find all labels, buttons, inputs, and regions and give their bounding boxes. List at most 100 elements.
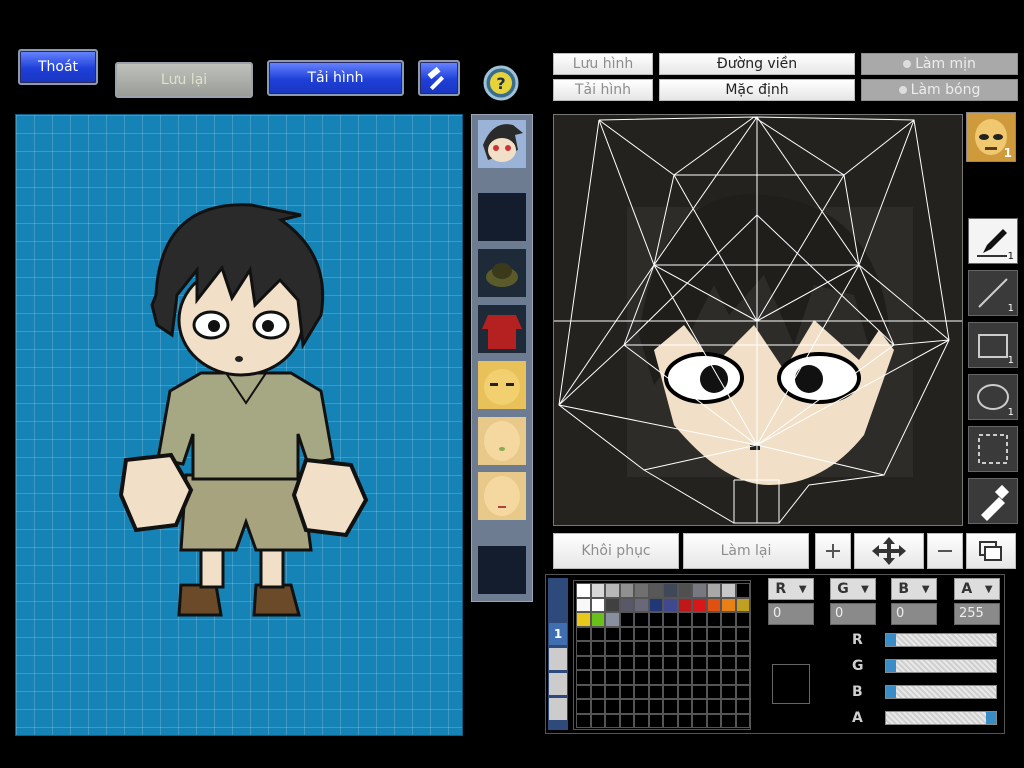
channel-a-value[interactable]: 255	[954, 603, 1000, 625]
exit-button[interactable]: Thoát	[18, 49, 98, 85]
palette-swatch[interactable]	[590, 626, 605, 641]
palette-swatch[interactable]	[706, 670, 721, 685]
palette-swatch[interactable]	[721, 597, 736, 612]
palette-swatch[interactable]	[692, 641, 707, 656]
palette-swatch[interactable]	[576, 699, 591, 714]
palette-swatch[interactable]	[590, 655, 605, 670]
save-image-button[interactable]: Lưu hình	[553, 53, 653, 75]
slider-g[interactable]	[885, 659, 997, 673]
palette-swatch[interactable]	[634, 713, 649, 728]
palette-swatch[interactable]	[721, 626, 736, 641]
palette-swatch[interactable]	[605, 612, 620, 627]
palette-swatch[interactable]	[663, 713, 678, 728]
slider-a[interactable]	[885, 711, 997, 725]
palette-swatch[interactable]	[692, 597, 707, 612]
palette-swatch[interactable]	[634, 684, 649, 699]
palette-tab-2[interactable]	[549, 648, 567, 670]
palette-swatch[interactable]	[576, 641, 591, 656]
palette-swatch[interactable]	[692, 670, 707, 685]
palette-swatch[interactable]	[605, 626, 620, 641]
palette-swatch[interactable]	[706, 713, 721, 728]
tool-line[interactable]: 1	[968, 270, 1018, 316]
palette-swatch[interactable]	[677, 626, 692, 641]
palette-swatch[interactable]	[576, 612, 591, 627]
palette-swatch[interactable]	[605, 655, 620, 670]
palette-swatch[interactable]	[677, 670, 692, 685]
palette-swatch[interactable]	[619, 583, 634, 598]
palette-swatch[interactable]	[634, 641, 649, 656]
slider-thumb[interactable]	[986, 712, 996, 724]
palette-swatch[interactable]	[634, 583, 649, 598]
palette-swatch[interactable]	[576, 597, 591, 612]
palette-swatch[interactable]	[735, 612, 750, 627]
palette-swatch[interactable]	[590, 713, 605, 728]
palette-swatch[interactable]	[677, 713, 692, 728]
palette-swatch[interactable]	[663, 641, 678, 656]
tool-rectangle[interactable]: 1	[968, 322, 1018, 368]
palette-swatch[interactable]	[692, 655, 707, 670]
palette-swatch[interactable]	[663, 612, 678, 627]
palette-swatch[interactable]	[605, 670, 620, 685]
palette-swatch[interactable]	[605, 583, 620, 598]
palette-swatch[interactable]	[619, 655, 634, 670]
part-thumb-face-2[interactable]	[477, 416, 527, 466]
palette-swatch[interactable]	[721, 713, 736, 728]
palette-swatch[interactable]	[706, 583, 721, 598]
palette-swatch[interactable]	[706, 597, 721, 612]
palette-swatch[interactable]	[648, 684, 663, 699]
palette-swatch[interactable]	[677, 641, 692, 656]
part-thumb-shirt[interactable]	[477, 304, 527, 354]
palette-swatch[interactable]	[721, 612, 736, 627]
palette-swatch[interactable]	[619, 699, 634, 714]
palette-swatch[interactable]	[619, 713, 634, 728]
palette-swatch[interactable]	[648, 713, 663, 728]
palette-swatch[interactable]	[692, 612, 707, 627]
palette-swatch[interactable]	[735, 655, 750, 670]
palette-swatch[interactable]	[576, 583, 591, 598]
palette-swatch[interactable]	[663, 684, 678, 699]
palette-swatch[interactable]	[677, 699, 692, 714]
palette-swatch[interactable]	[706, 684, 721, 699]
channel-b-dropdown[interactable]: B ▼	[891, 578, 937, 600]
palette-swatch[interactable]	[590, 583, 605, 598]
palette-swatch[interactable]	[721, 670, 736, 685]
shade-button[interactable]: Làm bóng	[861, 79, 1018, 101]
face-slot-avatar[interactable]: 1	[966, 112, 1016, 162]
channel-a-dropdown[interactable]: A ▼	[954, 578, 1000, 600]
palette-swatch[interactable]	[735, 684, 750, 699]
slider-b[interactable]	[885, 685, 997, 699]
reload-button[interactable]: Tải hình	[267, 60, 404, 96]
palette-swatch[interactable]	[619, 612, 634, 627]
slider-r[interactable]	[885, 633, 997, 647]
palette-swatch[interactable]	[721, 655, 736, 670]
palette-swatch[interactable]	[663, 655, 678, 670]
palette-swatch[interactable]	[706, 641, 721, 656]
palette-swatch[interactable]	[663, 699, 678, 714]
zoom-out-button[interactable]	[927, 533, 963, 569]
palette-swatch[interactable]	[677, 684, 692, 699]
palette-swatch[interactable]	[619, 641, 634, 656]
palette-swatch[interactable]	[735, 626, 750, 641]
help-button[interactable]: ?	[483, 65, 519, 101]
save-button[interactable]: Lưu lại	[115, 62, 253, 98]
restore-button[interactable]: Khôi phục	[553, 533, 679, 569]
channel-b-value[interactable]: 0	[891, 603, 937, 625]
palette-swatch[interactable]	[648, 655, 663, 670]
palette-swatch[interactable]	[590, 699, 605, 714]
load-image-button[interactable]: Tải hình	[553, 79, 653, 101]
palette-swatch[interactable]	[692, 713, 707, 728]
palette-swatch[interactable]	[648, 583, 663, 598]
palette-swatch[interactable]	[648, 626, 663, 641]
layers-button[interactable]	[966, 533, 1016, 569]
tool-selection[interactable]	[968, 426, 1018, 472]
redo-button[interactable]: Làm lại	[683, 533, 809, 569]
palette-swatch[interactable]	[590, 612, 605, 627]
palette-swatch[interactable]	[735, 713, 750, 728]
palette-swatch[interactable]	[721, 684, 736, 699]
palette-swatch[interactable]	[735, 597, 750, 612]
tool-pen[interactable]: 1	[968, 218, 1018, 264]
channel-r-dropdown[interactable]: R ▼	[768, 578, 814, 600]
tool-eyedropper[interactable]	[968, 478, 1018, 524]
palette-swatch[interactable]	[576, 713, 591, 728]
palette-swatch[interactable]	[590, 641, 605, 656]
